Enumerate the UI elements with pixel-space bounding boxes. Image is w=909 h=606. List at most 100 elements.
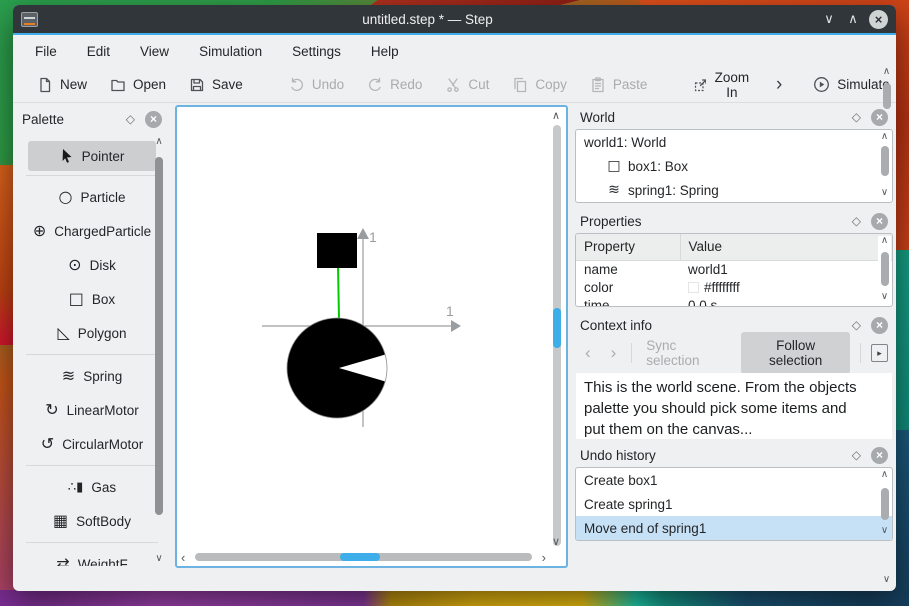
charged-particle-icon: ⊕: [32, 221, 47, 240]
scroll-down-icon[interactable]: ∨: [552, 535, 560, 548]
menu-settings[interactable]: Settings: [292, 44, 341, 59]
scrollbar-thumb[interactable]: [553, 308, 561, 348]
canvas-horizontal-scrollbar[interactable]: ‹ ›: [179, 549, 548, 565]
palette-item-pointer[interactable]: Pointer: [28, 141, 156, 171]
minimize-button[interactable]: ∨: [817, 11, 841, 27]
palette-list: Pointer ○ Particle ⊕ ChargedParticle ⊙ D…: [16, 131, 168, 566]
pointer-cursor-icon: [62, 149, 72, 163]
palette-item-gas[interactable]: ∴▮ Gas: [28, 470, 156, 504]
scroll-down-icon[interactable]: ∨: [881, 526, 888, 538]
context-panel-title: Context info: [580, 317, 653, 333]
new-button[interactable]: New: [31, 73, 93, 97]
toolbar-separator: [860, 343, 862, 363]
back-icon[interactable]: ‹: [580, 343, 596, 363]
undo-item-create-spring1[interactable]: Create spring1: [576, 492, 892, 516]
tree-item-box1[interactable]: □ box1: Box: [576, 154, 892, 178]
main-toolbar: New Open Save Undo Redo Cut Copy Paste Z…: [13, 67, 896, 103]
palette-close-icon[interactable]: ×: [145, 110, 162, 128]
paste-icon: [592, 76, 604, 92]
undo-scrollbar[interactable]: ∧ ∨: [878, 470, 891, 538]
menu-help[interactable]: Help: [371, 44, 399, 59]
world-canvas[interactable]: 1 1 ∧ ∨ ‹ ›: [175, 105, 568, 568]
scroll-down-icon[interactable]: ∨: [152, 554, 166, 566]
column-header-property[interactable]: Property: [576, 234, 681, 261]
x-axis-tick-label: 1: [446, 303, 454, 319]
property-row-time[interactable]: time 0.0 s: [576, 296, 892, 307]
menu-file[interactable]: File: [35, 44, 57, 59]
menu-simulation[interactable]: Simulation: [199, 44, 262, 59]
float-icon[interactable]: ◇: [852, 110, 861, 124]
forward-icon[interactable]: ›: [606, 343, 622, 363]
disk-object[interactable]: [286, 317, 389, 419]
palette-item-polygon[interactable]: ◺ Polygon: [28, 316, 156, 350]
zoom-in-button[interactable]: Zoom In: [687, 66, 757, 104]
play-circle-icon: [814, 77, 830, 92]
float-icon[interactable]: ◇: [126, 112, 135, 126]
spring-icon: ≋: [61, 366, 76, 385]
open-button[interactable]: Open: [104, 73, 172, 97]
scrollbar-thumb[interactable]: [880, 488, 889, 520]
cut-button[interactable]: Cut: [439, 73, 495, 97]
menu-view[interactable]: View: [140, 44, 169, 59]
float-icon[interactable]: ◇: [852, 214, 861, 228]
tree-item-world1[interactable]: world1: World: [576, 130, 892, 154]
properties-panel-title: Properties: [580, 213, 642, 229]
float-icon[interactable]: ◇: [852, 448, 861, 462]
palette-header: Palette ◇ ×: [16, 107, 168, 131]
scroll-up-icon[interactable]: ∧: [883, 67, 890, 79]
canvas-vertical-scrollbar[interactable]: ∧ ∨: [549, 109, 565, 548]
column-header-value[interactable]: Value: [680, 234, 892, 261]
undo-close-icon[interactable]: ×: [871, 446, 888, 464]
tree-item-spring1[interactable]: ≋ spring1: Spring: [576, 178, 892, 202]
titlebar[interactable]: untitled.step * — Step ∨ ∧ ×: [13, 5, 896, 33]
palette-item-linearmotor[interactable]: ↻ LinearMotor: [28, 393, 156, 427]
scrollbar-thumb[interactable]: [155, 157, 163, 515]
spring1-object[interactable]: [337, 265, 340, 320]
x-axis-arrow: [451, 320, 461, 332]
undo-item-create-box1[interactable]: Create box1: [576, 468, 892, 492]
palette-item-disk[interactable]: ⊙ Disk: [28, 248, 156, 282]
sync-selection-button[interactable]: Sync selection: [642, 338, 731, 368]
scroll-up-icon[interactable]: ∧: [881, 470, 888, 482]
palette-separator: [26, 542, 158, 543]
scrollbar-thumb[interactable]: [882, 83, 891, 109]
box-icon: □: [607, 158, 621, 174]
paste-button[interactable]: Paste: [584, 73, 654, 97]
follow-selection-button[interactable]: Follow selection: [741, 332, 851, 374]
undo-button[interactable]: Undo: [283, 73, 350, 97]
palette-item-particle[interactable]: ○ Particle: [28, 180, 156, 214]
property-row-name[interactable]: name world1: [576, 260, 892, 278]
menu-edit[interactable]: Edit: [87, 44, 110, 59]
scrollbar-thumb[interactable]: [340, 553, 380, 561]
scroll-up-icon[interactable]: ∧: [152, 137, 166, 149]
palette-item-softbody[interactable]: ▦ SoftBody: [28, 504, 156, 538]
scroll-right-icon[interactable]: ›: [542, 550, 546, 565]
copy-button[interactable]: Copy: [506, 73, 573, 97]
undo-item-move-end-of-spring1[interactable]: Move end of spring1: [576, 516, 892, 540]
app-icon: [21, 11, 38, 27]
scroll-up-icon[interactable]: ∧: [552, 109, 560, 122]
float-icon[interactable]: ◇: [852, 318, 861, 332]
gas-icon: ∴▮: [67, 479, 84, 495]
zoom-in-icon: [695, 78, 706, 91]
palette-item-circularmotor[interactable]: ↺ CircularMotor: [28, 427, 156, 461]
save-button[interactable]: Save: [183, 73, 249, 97]
maximize-button[interactable]: ∧: [841, 11, 865, 27]
cut-scissors-icon: [447, 77, 460, 92]
box1-object[interactable]: [317, 233, 357, 268]
scroll-left-icon[interactable]: ‹: [181, 550, 185, 565]
palette-item-spring[interactable]: ≋ Spring: [28, 359, 156, 393]
scene: 1 1: [262, 228, 461, 427]
redo-button[interactable]: Redo: [361, 73, 428, 97]
palette-item-box[interactable]: □ Box: [28, 282, 156, 316]
disk-icon: ⊙: [68, 255, 82, 274]
palette-separator: [26, 465, 158, 466]
scroll-down-icon[interactable]: ∨: [883, 575, 890, 587]
palette-scrollbar[interactable]: ∧ ∨: [152, 137, 166, 566]
palette-item-chargedparticle[interactable]: ⊕ ChargedParticle: [28, 214, 156, 248]
world-tree: world1: World □ box1: Box ≋ spring1: Spr…: [575, 129, 893, 203]
palette-item-weightforce[interactable]: ⇄ WeightF: [28, 547, 156, 567]
toolbar-extension-button[interactable]: ›: [768, 74, 790, 96]
close-button[interactable]: ×: [869, 9, 888, 29]
property-row-color[interactable]: color #ffffffff: [576, 278, 892, 296]
